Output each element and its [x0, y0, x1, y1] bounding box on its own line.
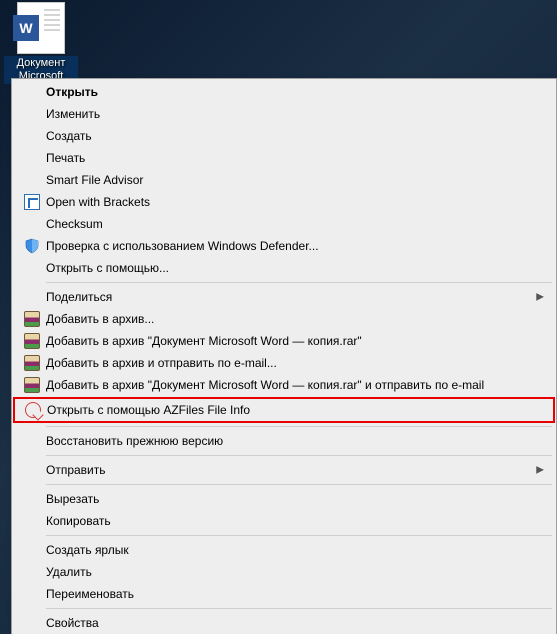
- menu-open-with-brackets[interactable]: Open with Brackets: [14, 191, 554, 213]
- winrar-icon: [24, 355, 40, 371]
- menu-item-label: Проверка с использованием Windows Defend…: [46, 239, 319, 253]
- menu-item-label: Checksum: [46, 217, 103, 231]
- menu-add-to-named-archive[interactable]: Добавить в архив "Документ Microsoft Wor…: [14, 330, 554, 352]
- menu-share[interactable]: Поделиться ▶: [14, 286, 554, 308]
- winrar-icon: [24, 311, 40, 327]
- menu-item-label: Удалить: [46, 565, 92, 579]
- word-badge-icon: W: [13, 15, 39, 41]
- brackets-icon: [24, 194, 40, 210]
- menu-restore-previous[interactable]: Восстановить прежнюю версию: [14, 430, 554, 452]
- menu-separator: [46, 426, 552, 427]
- menu-separator: [46, 535, 552, 536]
- menu-create-shortcut[interactable]: Создать ярлык: [14, 539, 554, 561]
- menu-send-to[interactable]: Отправить ▶: [14, 459, 554, 481]
- menu-item-label: Поделиться: [46, 290, 112, 304]
- menu-item-label: Открыть с помощью...: [46, 261, 169, 275]
- menu-print[interactable]: Печать: [14, 147, 554, 169]
- menu-item-label: Открыть с помощью AZFiles File Info: [47, 403, 250, 417]
- menu-item-label: Добавить в архив "Документ Microsoft Wor…: [46, 334, 362, 348]
- menu-item-label: Отправить: [46, 463, 106, 477]
- menu-item-label: Восстановить прежнюю версию: [46, 434, 223, 448]
- menu-item-label: Добавить в архив "Документ Microsoft Wor…: [46, 378, 484, 392]
- azfiles-magnifier-icon: [25, 402, 41, 418]
- menu-item-label: Добавить в архив...: [46, 312, 154, 326]
- menu-item-label: Открыть: [46, 85, 98, 99]
- menu-separator: [46, 455, 552, 456]
- menu-item-label: Свойства: [46, 616, 99, 630]
- desktop-file-icon[interactable]: W ДокументMicrosoft: [4, 2, 78, 84]
- submenu-arrow-icon: ▶: [536, 292, 544, 303]
- menu-item-label: Копировать: [46, 514, 111, 528]
- defender-shield-icon: [24, 238, 40, 254]
- menu-item-label: Smart File Advisor: [46, 173, 143, 187]
- menu-item-label: Вырезать: [46, 492, 99, 506]
- menu-add-to-named-and-email[interactable]: Добавить в архив "Документ Microsoft Wor…: [14, 374, 554, 396]
- menu-item-label: Печать: [46, 151, 85, 165]
- menu-separator: [46, 608, 552, 609]
- menu-checksum[interactable]: Checksum: [14, 213, 554, 235]
- menu-open-with-azfiles[interactable]: Открыть с помощью AZFiles File Info: [15, 399, 553, 421]
- menu-add-and-email[interactable]: Добавить в архив и отправить по e-mail..…: [14, 352, 554, 374]
- word-document-icon: W: [17, 2, 65, 54]
- menu-edit[interactable]: Изменить: [14, 103, 554, 125]
- menu-item-label: Создать ярлык: [46, 543, 129, 557]
- menu-cut[interactable]: Вырезать: [14, 488, 554, 510]
- menu-add-to-archive[interactable]: Добавить в архив...: [14, 308, 554, 330]
- context-menu: Открыть Изменить Создать Печать Smart Fi…: [11, 78, 557, 634]
- menu-delete[interactable]: Удалить: [14, 561, 554, 583]
- menu-rename[interactable]: Переименовать: [14, 583, 554, 605]
- menu-item-label: Open with Brackets: [46, 195, 150, 209]
- winrar-icon: [24, 333, 40, 349]
- winrar-icon: [24, 377, 40, 393]
- menu-item-label: Переименовать: [46, 587, 134, 601]
- submenu-arrow-icon: ▶: [536, 465, 544, 476]
- menu-create[interactable]: Создать: [14, 125, 554, 147]
- menu-item-label: Добавить в архив и отправить по e-mail..…: [46, 356, 277, 370]
- menu-separator: [46, 484, 552, 485]
- menu-separator: [46, 282, 552, 283]
- menu-item-label: Создать: [46, 129, 92, 143]
- menu-defender-scan[interactable]: Проверка с использованием Windows Defend…: [14, 235, 554, 257]
- menu-open[interactable]: Открыть: [14, 81, 554, 103]
- menu-open-with[interactable]: Открыть с помощью...: [14, 257, 554, 279]
- menu-item-label: Изменить: [46, 107, 100, 121]
- menu-copy[interactable]: Копировать: [14, 510, 554, 532]
- menu-smart-file-advisor[interactable]: Smart File Advisor: [14, 169, 554, 191]
- menu-properties[interactable]: Свойства: [14, 612, 554, 634]
- highlighted-menu-item: Открыть с помощью AZFiles File Info: [13, 397, 555, 423]
